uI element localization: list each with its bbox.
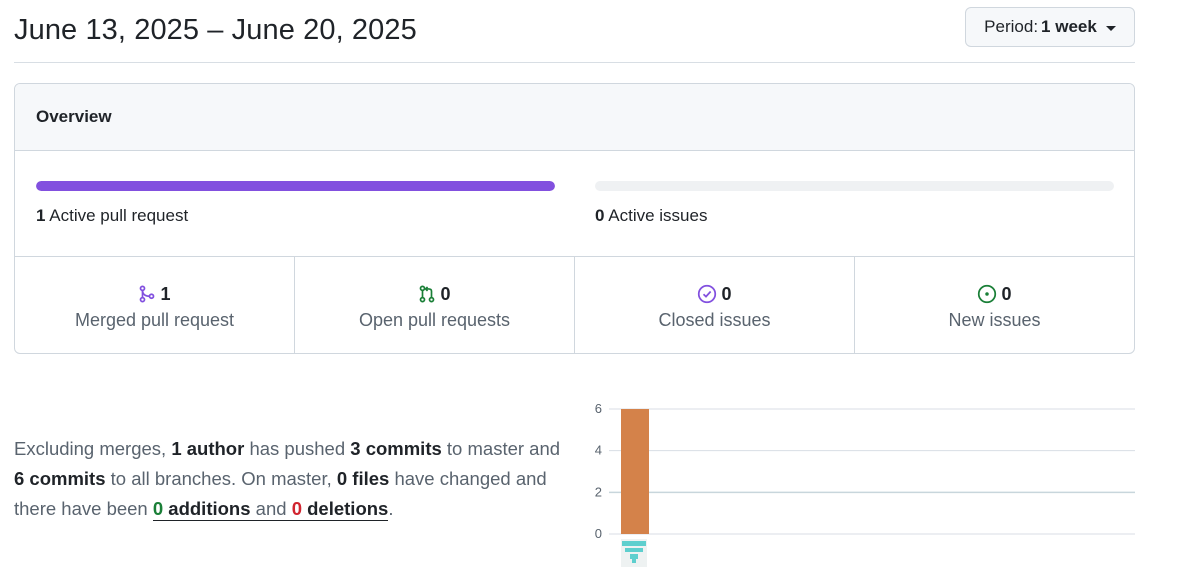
git-pull-request-icon — [420, 285, 435, 303]
open-pull-requests-count: 0 — [440, 283, 451, 304]
closed-issues-label: Closed issues — [658, 310, 771, 330]
y-tick-label: 0 — [595, 526, 602, 541]
period-value: 1 week — [1041, 17, 1097, 36]
active-pull-requests-label: Active pull request — [49, 206, 189, 225]
merged-pull-requests-count: 1 — [160, 283, 171, 304]
summary-text: to all branches. On master, — [105, 468, 337, 489]
stats-row: 1 Merged pull request 0 Open pull reques… — [15, 257, 1134, 353]
closed-issues-stat[interactable]: 0 Closed issues — [575, 257, 855, 353]
chevron-down-icon — [1105, 25, 1116, 31]
period-label: Period: — [984, 17, 1039, 36]
author-count: 1 author — [171, 438, 245, 459]
merged-pull-requests-label: Merged pull request — [74, 310, 235, 330]
overview-header: Overview — [15, 84, 1134, 151]
period-dropdown-button[interactable]: Period: 1 week — [965, 7, 1135, 47]
overview-panel: Overview 1 Active pull request 0 Active … — [14, 83, 1135, 354]
page-title: June 13, 2025 – June 20, 2025 — [14, 14, 417, 46]
master-commit-count: 3 commits — [350, 438, 442, 459]
divider — [14, 62, 1135, 63]
deletions-count: 0 — [291, 498, 302, 519]
diff-link[interactable]: 0 additions and 0 deletions — [152, 498, 389, 521]
new-issues-count: 0 — [1001, 283, 1012, 304]
summary-text: to master and — [441, 438, 561, 459]
new-issues-stat[interactable]: 0 New issues — [855, 257, 1134, 353]
commits-by-author-chart: 0 2 4 6 — [595, 401, 1135, 567]
overview-bars: 1 Active pull request 0 Active issues — [15, 151, 1134, 257]
y-tick-label: 4 — [595, 443, 602, 458]
new-issues-label: New issues — [948, 310, 1041, 330]
active-pull-requests-count: 1 — [36, 206, 46, 225]
commit-summary: Excluding merges, 1 author has pushed 3 … — [14, 434, 574, 524]
open-pull-requests-label: Open pull requests — [358, 310, 511, 330]
active-issues-label: Active issues — [608, 206, 708, 225]
deletions-label: deletions — [307, 498, 389, 519]
issue-closed-icon — [698, 284, 717, 304]
summary-text: has pushed — [244, 438, 351, 459]
active-issues-link[interactable]: 0 Active issues — [595, 206, 707, 226]
issues-progress-bar[interactable] — [595, 181, 1114, 191]
y-tick-label: 6 — [595, 401, 602, 416]
summary-text: and — [250, 498, 292, 519]
active-issues-count: 0 — [595, 206, 605, 225]
git-merge-icon — [140, 285, 155, 303]
merged-pull-requests-stat[interactable]: 1 Merged pull request — [15, 257, 295, 353]
author-avatar-icon[interactable] — [621, 539, 647, 567]
additions-count: 0 — [152, 498, 164, 519]
active-pull-requests-link[interactable]: 1 Active pull request — [36, 206, 188, 226]
closed-issues-count: 0 — [721, 283, 732, 304]
pull-request-progress-fill — [36, 181, 555, 191]
all-branches-commit-count: 6 commits — [14, 468, 106, 489]
pull-request-progress-bar[interactable] — [36, 181, 555, 191]
bar[interactable] — [621, 409, 649, 534]
open-pull-requests-stat[interactable]: 0 Open pull requests — [295, 257, 575, 353]
additions-label: additions — [168, 498, 251, 519]
summary-text: . — [388, 498, 394, 519]
y-tick-label: 2 — [595, 484, 602, 499]
issue-opened-icon — [978, 284, 997, 304]
files-changed-count: 0 files — [336, 468, 390, 489]
summary-text: Excluding merges, — [14, 438, 172, 459]
